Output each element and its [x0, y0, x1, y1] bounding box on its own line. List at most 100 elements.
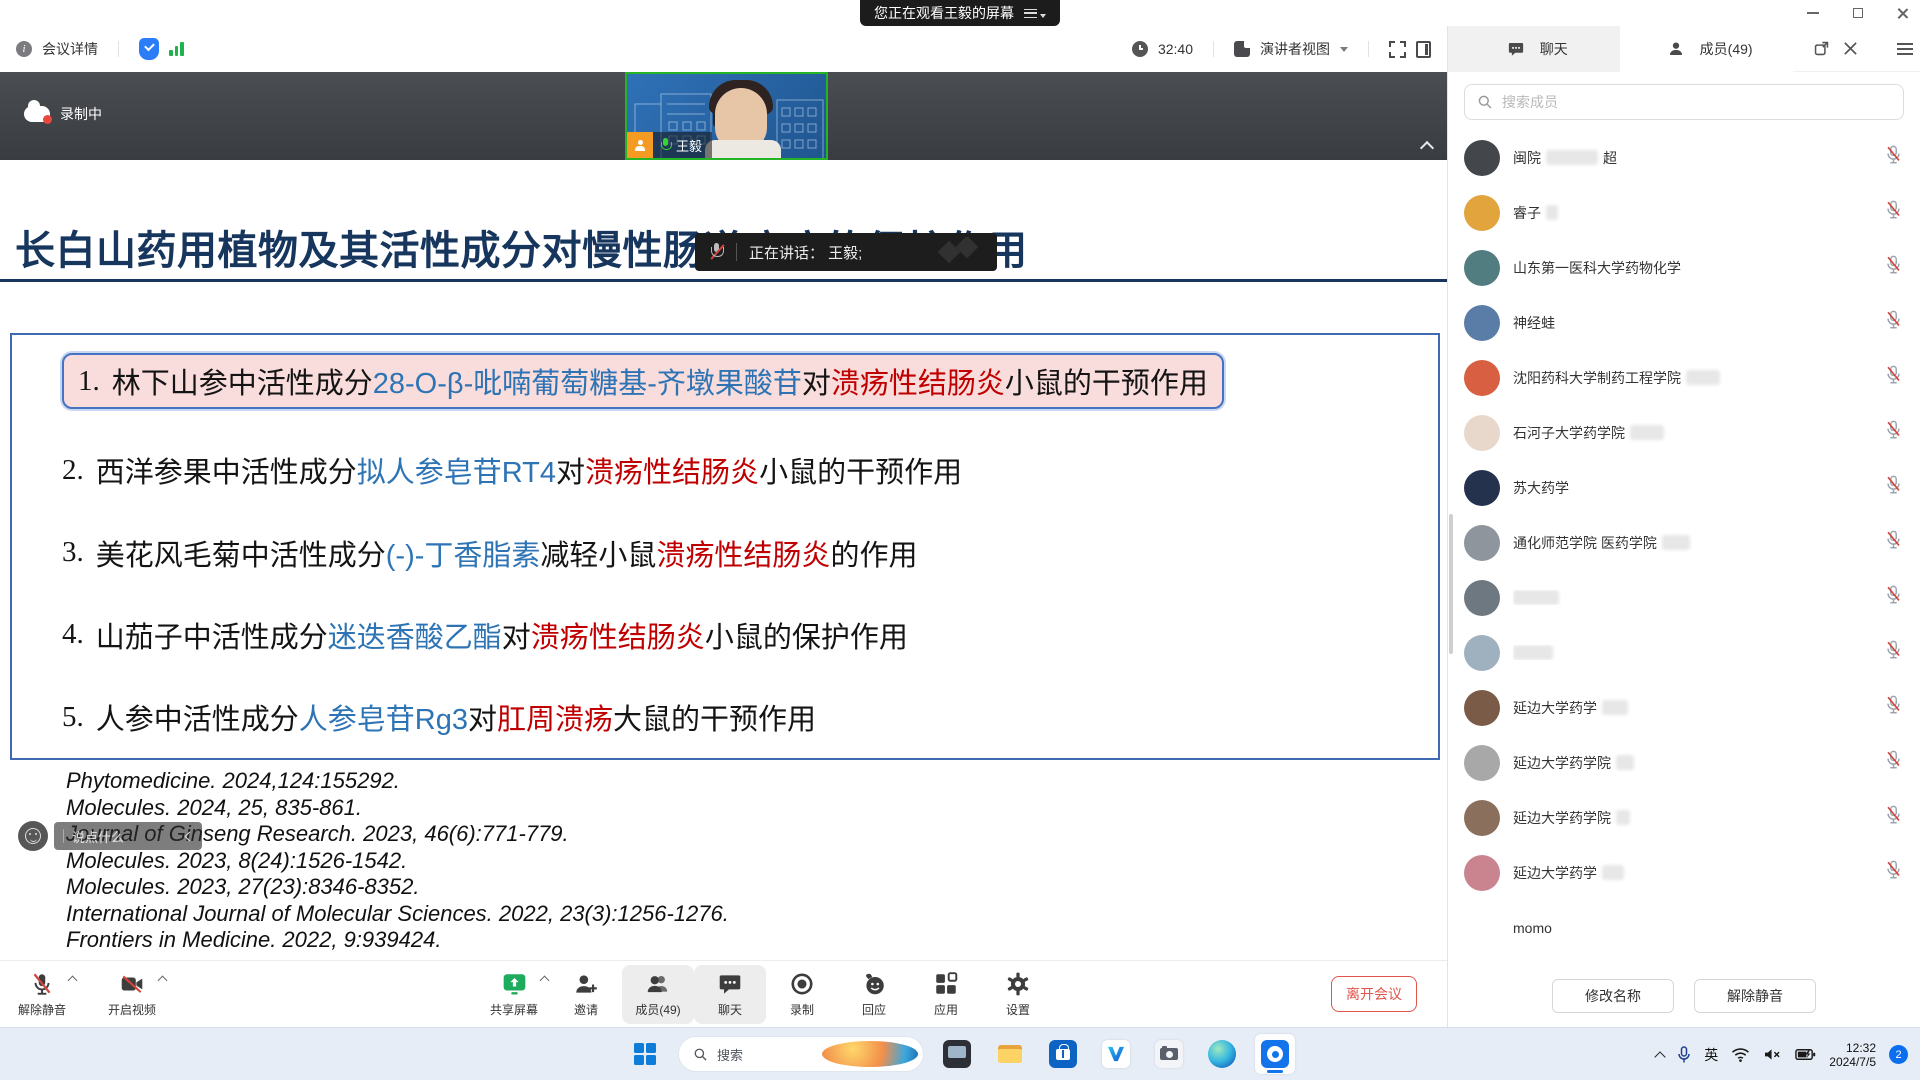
member-row[interactable]: 苏大药学 [1448, 460, 1920, 515]
member-row[interactable]: 石河子大学药学院 [1448, 405, 1920, 460]
more-menu-icon[interactable] [1891, 34, 1920, 64]
members-button[interactable]: 成员(49) [622, 965, 694, 1024]
member-mic-muted-icon [1885, 420, 1902, 440]
member-avatar [1464, 690, 1500, 726]
view-mode-caret-icon[interactable] [1340, 47, 1348, 52]
popout-panel-icon[interactable] [1807, 34, 1836, 64]
v-app-icon[interactable] [1096, 1034, 1136, 1074]
view-layout-icon [1234, 41, 1250, 57]
mic-options-chevron[interactable] [68, 976, 78, 986]
start-button[interactable] [625, 1034, 665, 1074]
battery-icon[interactable] [1795, 1048, 1816, 1061]
member-search-input[interactable] [1502, 94, 1891, 110]
invite-button[interactable]: 邀请 [550, 965, 622, 1024]
tab-members[interactable]: 成员(49) [1620, 26, 1792, 72]
member-row[interactable]: momo [1448, 900, 1920, 955]
member-name: 延边大学药学院 [1513, 808, 1872, 828]
meeting-timer: 32:40 [1158, 41, 1193, 57]
toast-menu-icon[interactable] [1024, 9, 1046, 18]
settings-button[interactable]: 设置 [982, 965, 1054, 1024]
share-options-chevron[interactable] [540, 976, 550, 986]
member-avatar [1464, 360, 1500, 396]
member-row[interactable]: 闽院超 [1448, 130, 1920, 185]
close-button[interactable] [1897, 8, 1908, 19]
ime-indicator[interactable]: 英 [1704, 1045, 1718, 1065]
tray-mic-icon[interactable] [1677, 1046, 1691, 1064]
reactions-button[interactable]: 回应 [838, 965, 910, 1024]
slide-item: 2.西洋参果中活性成分拟人参皂苷RT4对溃疡性结肠炎小鼠的干预作用 [12, 449, 1438, 491]
apps-grid-icon [933, 971, 959, 997]
recording-indicator[interactable]: 录制中 [24, 104, 102, 124]
member-row[interactable]: 通化师范学院 医药学院 [1448, 515, 1920, 570]
member-list[interactable]: 闽院超睿子山东第一医科大学药物化学神经蛙沈阳药科大学制药工程学院石河子大学药学院… [1448, 130, 1920, 965]
member-row[interactable] [1448, 625, 1920, 680]
share-screen-button[interactable]: 共享屏幕 [478, 965, 550, 1024]
wifi-icon[interactable] [1731, 1047, 1750, 1062]
meeting-toolbar: i 会议详情 32:40 演讲者视图 [0, 26, 1447, 72]
security-shield-icon[interactable] [139, 38, 159, 60]
edge-browser-icon[interactable] [1202, 1034, 1242, 1074]
apps-button[interactable]: 应用 [910, 965, 982, 1024]
member-search-box[interactable] [1464, 84, 1904, 120]
meeting-app-icon[interactable] [1255, 1034, 1295, 1074]
panel-scrollbar[interactable] [1449, 514, 1453, 654]
sidebar-toggle-icon[interactable] [1416, 41, 1431, 58]
chat-input-overlay: 说点什么 [18, 821, 202, 851]
unmute-button[interactable]: 解除静音 [6, 965, 78, 1024]
notification-badge[interactable]: 2 [1889, 1045, 1908, 1064]
camera-off-icon [119, 971, 145, 997]
fullscreen-icon[interactable] [1389, 41, 1406, 58]
member-row[interactable]: 山东第一医科大学药物化学 [1448, 240, 1920, 295]
minimize-button[interactable] [1807, 12, 1819, 14]
close-panel-icon[interactable] [1836, 34, 1865, 64]
meeting-details-button[interactable]: 会议详情 [42, 39, 98, 59]
maximize-button[interactable] [1853, 8, 1863, 18]
reference-line: International Journal of Molecular Scien… [66, 901, 729, 928]
gear-icon [1005, 971, 1031, 997]
member-mic-muted-icon [1885, 530, 1902, 550]
tray-chevron-up-icon[interactable] [1655, 1051, 1666, 1062]
member-row[interactable]: 延边大学药学院 [1448, 735, 1920, 790]
volume-muted-icon[interactable] [1763, 1047, 1782, 1062]
view-mode-button[interactable]: 演讲者视图 [1260, 39, 1330, 59]
microsoft-store-icon[interactable] [1043, 1034, 1083, 1074]
chat-button[interactable]: 聊天 [694, 965, 766, 1024]
file-explorer-icon[interactable] [990, 1034, 1030, 1074]
unmute-footer-button[interactable]: 解除静音 [1694, 979, 1816, 1013]
quick-chat-input[interactable]: 说点什么 [54, 822, 202, 850]
dark-app-icon[interactable] [937, 1034, 977, 1074]
redacted-name [1686, 370, 1720, 385]
camera-app-icon[interactable] [1149, 1034, 1189, 1074]
collapse-video-bar-icon[interactable] [1421, 140, 1433, 152]
slide-item: 5.人参中活性成分 人参皂苷Rg3对肛周溃疡大鼠的干预作用 [12, 696, 1438, 738]
leave-meeting-button[interactable]: 离开会议 [1331, 976, 1417, 1012]
network-signal-icon[interactable] [169, 42, 184, 56]
search-highlight-icon[interactable] [822, 1041, 918, 1067]
collapse-chat-icon[interactable] [185, 831, 195, 841]
clock-date: 2024/7/5 [1829, 1055, 1876, 1069]
member-row[interactable]: 神经蛙 [1448, 295, 1920, 350]
member-mic-muted-icon [1885, 145, 1902, 165]
chat-tab-icon [1501, 34, 1531, 64]
rename-button[interactable]: 修改名称 [1552, 979, 1674, 1013]
record-button[interactable]: 录制 [766, 965, 838, 1024]
member-row[interactable]: 延边大学药学 [1448, 680, 1920, 735]
reference-line: Molecules. 2023, 27(23):8346-8352. [66, 874, 729, 901]
tab-chat[interactable]: 聊天 [1448, 26, 1620, 72]
member-mic-muted-icon [1885, 640, 1902, 660]
taskbar-clock[interactable]: 12:32 2024/7/5 [1829, 1041, 1876, 1069]
member-row[interactable]: 延边大学药学 [1448, 845, 1920, 900]
member-row[interactable]: 睿子 [1448, 185, 1920, 240]
presenter-video-thumbnail[interactable]: 王毅 [625, 72, 828, 160]
member-row[interactable] [1448, 570, 1920, 625]
start-video-button[interactable]: 开启视频 [96, 965, 168, 1024]
video-options-chevron[interactable] [158, 976, 168, 986]
meeting-app-window: 您正在观看王毅的屏幕 i 会议详情 32:40 [0, 0, 1920, 1080]
member-mic-muted-icon [1885, 200, 1902, 220]
redacted-name [1513, 645, 1553, 660]
taskbar-search[interactable]: 搜索 [678, 1036, 924, 1072]
member-row[interactable]: 延边大学药学院 [1448, 790, 1920, 845]
emoji-button[interactable] [18, 821, 48, 851]
member-name: 延边大学药学 [1513, 698, 1872, 718]
member-row[interactable]: 沈阳药科大学制药工程学院 [1448, 350, 1920, 405]
